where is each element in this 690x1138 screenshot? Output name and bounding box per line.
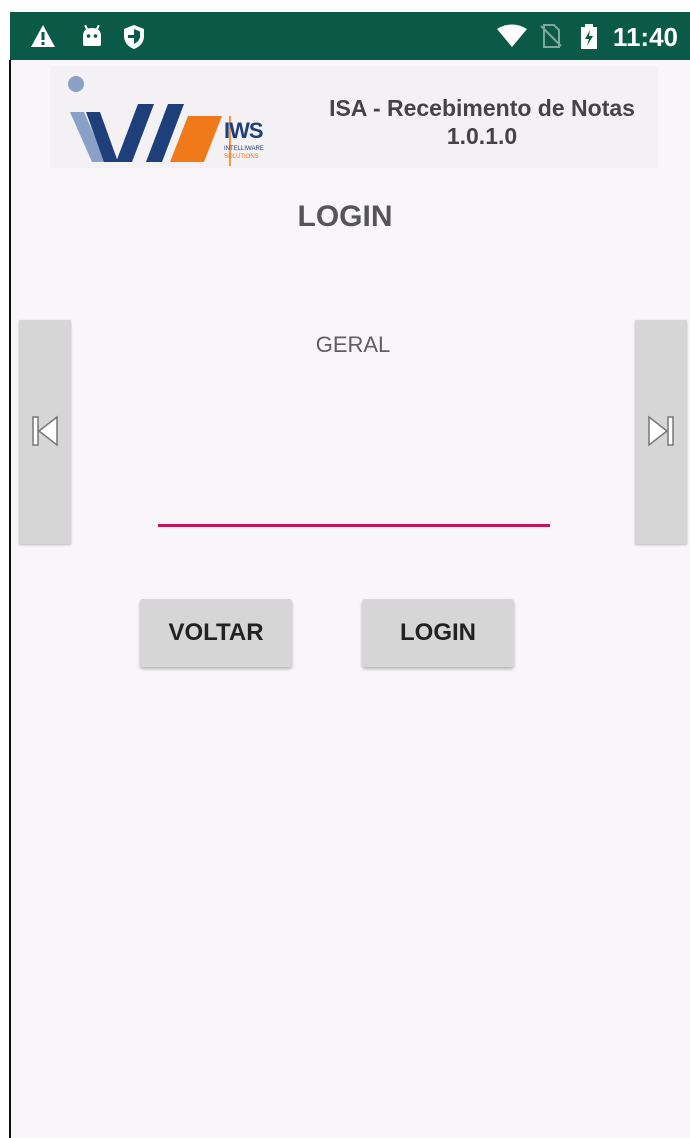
- logo-brand: IWS: [224, 118, 264, 143]
- section-label: GERAL: [315, 332, 391, 357]
- status-bar: 11:40: [10, 12, 690, 60]
- next-button[interactable]: [635, 320, 687, 544]
- wifi-icon: [496, 24, 528, 48]
- window-frame-edge: [9, 60, 11, 1138]
- page-title: LOGIN: [297, 200, 393, 233]
- login-input[interactable]: [158, 482, 550, 527]
- app-version: 1.0.1.0: [446, 123, 518, 149]
- clock: 11:40: [612, 22, 678, 52]
- app-title-block: ISA - Recebimento de Notas 1.0.1.0: [312, 94, 652, 150]
- warning-icon: [30, 24, 56, 48]
- skip-next-icon: [648, 415, 674, 447]
- battery-charging-icon: [580, 24, 598, 49]
- previous-button[interactable]: [19, 320, 71, 544]
- shield-icon: [122, 24, 148, 49]
- logo-line2: SOLUTIONS: [224, 154, 259, 160]
- iws-logo: IWS INTELLIWARE SOLUTIONS: [62, 74, 292, 170]
- no-sim-icon: [540, 24, 566, 48]
- login-button[interactable]: LOGIN: [362, 599, 514, 667]
- app-header: IWS INTELLIWARE SOLUTIONS ISA - Recebime…: [50, 66, 658, 170]
- back-button[interactable]: VOLTAR: [140, 599, 292, 667]
- android-icon: [80, 24, 106, 48]
- app-title: ISA - Recebimento de Notas: [329, 95, 635, 121]
- logo-line1: INTELLIWARE: [224, 146, 264, 152]
- skip-previous-icon: [32, 415, 58, 447]
- device-screen: 11:40 IWS INTELLIWARE SOLUTIONS ISA - Re…: [10, 12, 690, 1138]
